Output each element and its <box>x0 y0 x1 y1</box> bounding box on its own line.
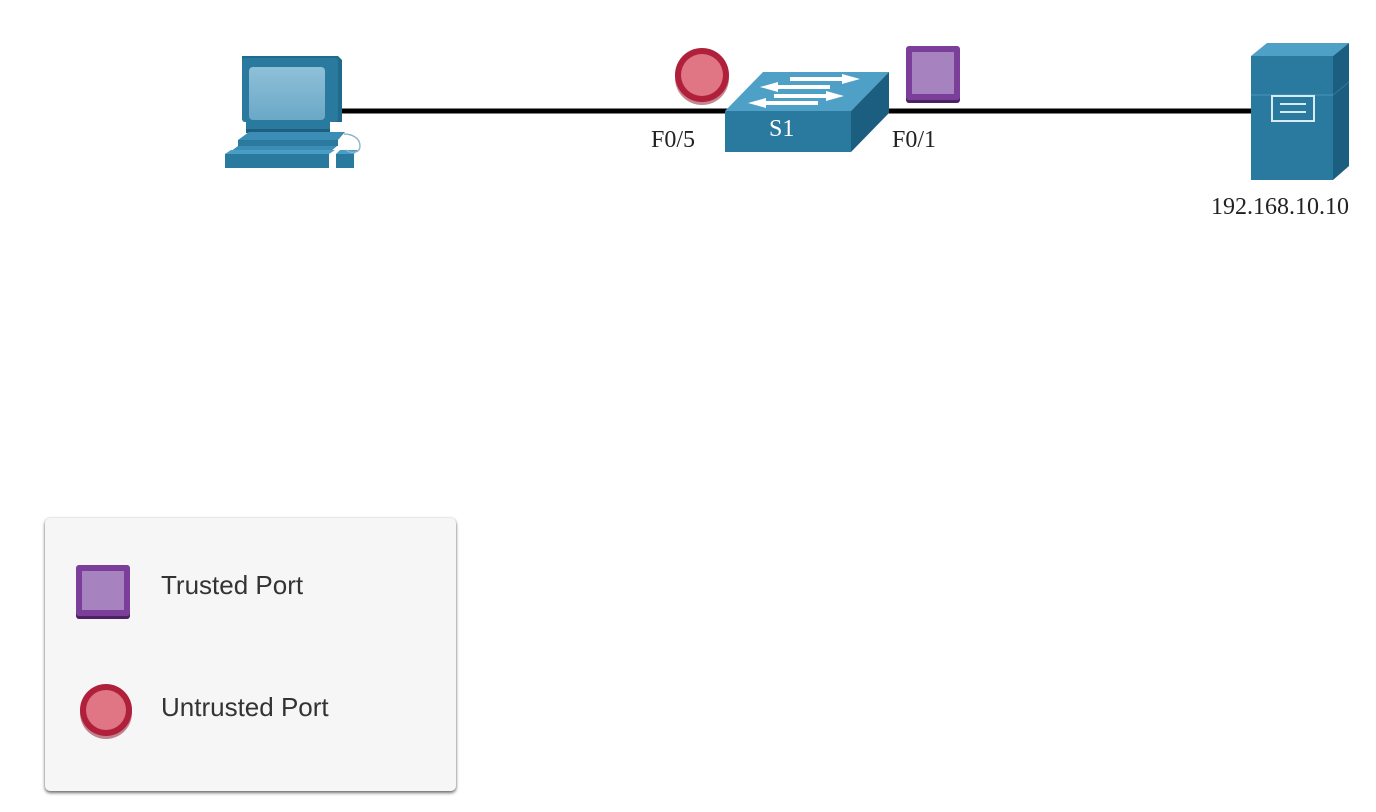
legend-label-trusted: Trusted Port <box>161 570 304 600</box>
desktop-computer-icon[interactable] <box>225 56 361 168</box>
untrusted-port-marker <box>675 48 729 105</box>
trusted-port-symbol <box>76 565 130 619</box>
port-label-f05: F0/5 <box>651 127 696 153</box>
legend-label-untrusted: Untrusted Port <box>161 692 329 722</box>
network-switch-icon[interactable] <box>725 72 889 152</box>
legend-item-trusted: Trusted Port <box>45 556 456 619</box>
file-server-icon[interactable] <box>1251 43 1350 180</box>
legend-item-untrusted: Untrusted Port <box>45 678 456 739</box>
switch-label: S1 <box>769 116 795 142</box>
port-label-f01: F0/1 <box>892 127 937 153</box>
server-ip-label: 192.168.10.10 <box>1211 194 1349 220</box>
untrusted-port-symbol <box>80 684 132 739</box>
trusted-port-marker <box>906 46 960 103</box>
legend: Trusted Port Untrusted Port <box>45 518 456 791</box>
